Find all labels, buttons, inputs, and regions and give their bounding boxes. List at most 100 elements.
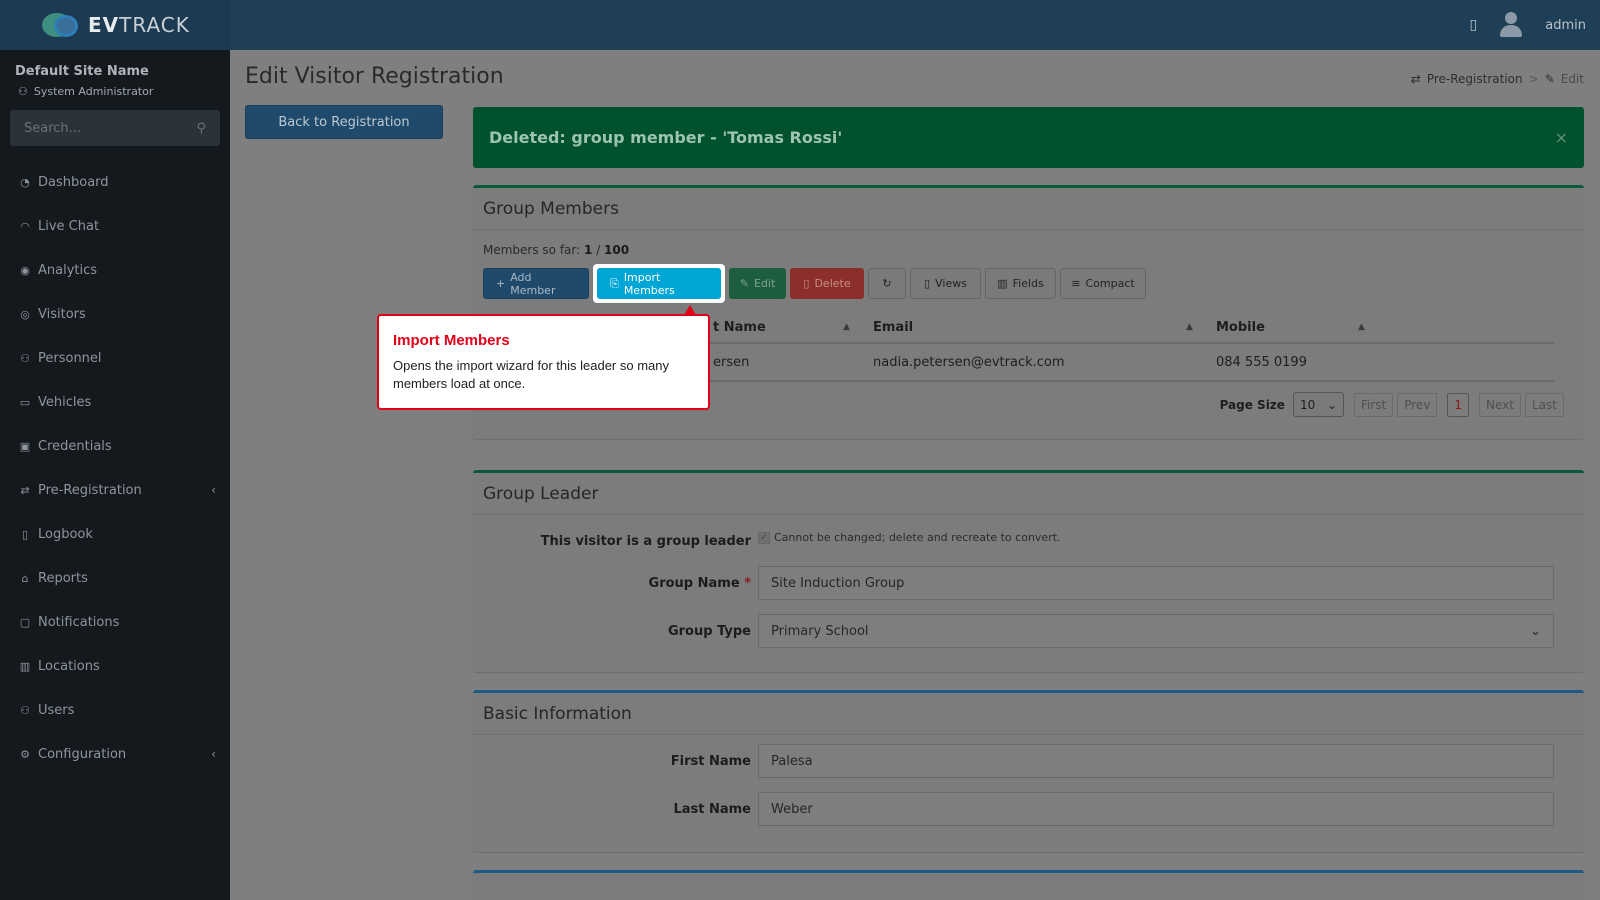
page-current[interactable]: 1 [1447,392,1470,417]
id-card-icon: ▣ [19,439,31,453]
arrows-icon: ⇄ [20,483,30,497]
pencil-icon: ✎ [739,277,749,290]
gear-icon: ⚙ [20,747,30,761]
page-first-button[interactable]: First [1353,392,1394,417]
user-role: ⚇ System Administrator [18,85,154,98]
sidebar: Default Site Name ⚇ System Administrator … [0,50,230,900]
breadcrumb: ⇄ Pre-Registration > ✎ Edit [1411,72,1584,86]
alert-message: Deleted: group member - 'Tomas Rossi' [489,128,843,147]
logo[interactable]: EVTRACK [0,0,230,50]
back-to-registration-button[interactable]: Back to Registration [245,105,443,139]
user-icon: ⚇ [18,85,28,98]
sidebar-item-pre-registration[interactable]: ⇄ Pre-Registration ‹ [0,468,230,512]
sidebar-item-analytics[interactable]: ◉ Analytics [0,248,230,292]
last-name-input[interactable]: Weber [758,792,1554,826]
search-input[interactable]: Search... [24,121,81,136]
callout-title: Import Members [393,332,510,349]
page-size-select[interactable]: 10 ⌄ [1292,392,1344,417]
first-name-input[interactable]: Palesa [758,744,1554,778]
cell-mobile: 084 555 0199 [1216,354,1307,370]
chevron-left-icon: ‹ [211,747,216,761]
sidebar-item-configuration[interactable]: ⚙ Configuration ‹ [0,732,230,776]
page-next-button[interactable]: Next [1479,392,1521,417]
sort-arrow-icon[interactable]: ▲ [843,322,850,332]
basic-information-title: Basic Information [473,693,1584,735]
file-import-icon: ⎘ [610,276,619,290]
chevron-down-icon: ⌄ [1530,623,1541,639]
user-group-icon: ⚇ [20,703,30,717]
sidebar-item-live-chat[interactable]: ◠ Live Chat [0,204,230,248]
column-header-last-name[interactable]: t Name [713,320,766,335]
views-button[interactable]: ▯ Views [910,268,981,299]
pencil-icon: ✎ [1544,72,1555,86]
delete-member-button[interactable]: ▯ Delete [790,268,864,299]
group-type-select[interactable]: Primary School ⌄ [758,614,1554,648]
group-name-input[interactable]: Site Induction Group [758,566,1554,600]
fields-button[interactable]: ▥ Fields [985,268,1056,299]
map-icon: ▥ [19,659,31,673]
logo-mark-icon [40,9,84,41]
leader-row: This visitor is a group leader ✓ Cannot … [473,523,1584,559]
add-member-button[interactable]: + Add Member [483,268,589,299]
columns-icon: ▥ [997,277,1008,290]
group-type-row: Group Type Primary School ⌄ [473,613,1584,649]
sidebar-item-vehicles[interactable]: ▭ Vehicles [0,380,230,424]
group-name-label: Group Name * [648,575,751,591]
sidebar-item-reports[interactable]: ⌂ Reports [0,556,230,600]
refresh-icon: ↻ [882,277,892,290]
search-icon[interactable]: ⚲ [196,121,206,136]
page-title: Edit Visitor Registration [245,64,504,89]
sort-arrow-icon[interactable]: ▲ [1186,322,1193,332]
sidebar-nav: ◔ Dashboard ◠ Live Chat ◉ Analytics ◎ Visito… [0,160,230,776]
sidebar-search[interactable]: Search... ⚲ [10,110,220,146]
success-alert: Deleted: group member - 'Tomas Rossi' × [473,107,1584,168]
members-toolbar: + Add Member ⎘ Import Members ✎ Edit ▯ Delet… [483,264,1146,303]
list-icon: ≡ [1071,277,1081,290]
page-size-label: Page Size [1219,397,1285,412]
target-icon: ◉ [20,263,30,277]
breadcrumb-separator: > [1528,72,1539,86]
user-name[interactable]: admin [1545,18,1586,33]
checkbox-checked-icon: ✓ [758,531,770,544]
import-members-button[interactable]: ⎘ Import Members [597,268,721,299]
sidebar-item-notifications[interactable]: ▢ Notifications [0,600,230,644]
page-prev-button[interactable]: Prev [1397,392,1438,417]
chevron-left-icon: ‹ [211,483,216,497]
chevron-down-icon: ⌄ [1326,397,1337,412]
sidebar-item-dashboard[interactable]: ◔ Dashboard [0,160,230,204]
sort-arrow-icon[interactable]: ▲ [1358,322,1365,332]
sidebar-item-locations[interactable]: ▥ Locations [0,644,230,688]
building-icon[interactable]: ▯ [1470,17,1478,33]
page-last-button[interactable]: Last [1525,392,1564,417]
chart-icon: ⌂ [21,571,29,585]
basic-information-card: Basic Information First Name Palesa Last… [473,690,1584,852]
sidebar-item-personnel[interactable]: ⚇ Personnel [0,336,230,380]
sidebar-item-credentials[interactable]: ▣ Credentials [0,424,230,468]
group-leader-checkbox: ✓ Cannot be changed; delete and recreate… [758,531,1061,544]
arrows-icon: ⇄ [1410,72,1421,86]
group-members-title: Group Members [473,188,1584,230]
chat-icon: ▢ [19,615,31,629]
column-header-mobile[interactable]: Mobile [1216,320,1265,335]
column-header-email[interactable]: Email [873,320,913,335]
close-icon[interactable]: × [1555,128,1568,147]
group-leader-title: Group Leader [473,473,1584,515]
logo-text: EVTRACK [88,13,190,37]
main-content: Edit Visitor Registration ⇄ Pre-Registra… [230,50,1600,900]
pagination: Page Size 10 ⌄ First Prev 1 Next Last [1220,392,1564,417]
sidebar-item-logbook[interactable]: ▯ Logbook [0,512,230,556]
edit-member-button[interactable]: ✎ Edit [729,268,786,299]
import-highlight: ⎘ Import Members [593,264,725,303]
next-section-card [473,870,1584,900]
dashboard-icon: ◔ [20,175,30,189]
car-icon: ▭ [19,395,31,409]
last-name-row: Last Name Weber [473,791,1584,827]
avatar[interactable] [1499,12,1523,38]
refresh-button[interactable]: ↻ [868,268,906,299]
sidebar-item-users[interactable]: ⚇ Users [0,688,230,732]
breadcrumb-pre-registration[interactable]: Pre-Registration [1427,72,1523,86]
compact-button[interactable]: ≡ Compact [1060,268,1146,299]
group-name-row: Group Name * Site Induction Group [473,565,1584,601]
sidebar-item-visitors[interactable]: ◎ Visitors [0,292,230,336]
import-members-callout: Import Members Opens the import wizard f… [377,314,710,410]
